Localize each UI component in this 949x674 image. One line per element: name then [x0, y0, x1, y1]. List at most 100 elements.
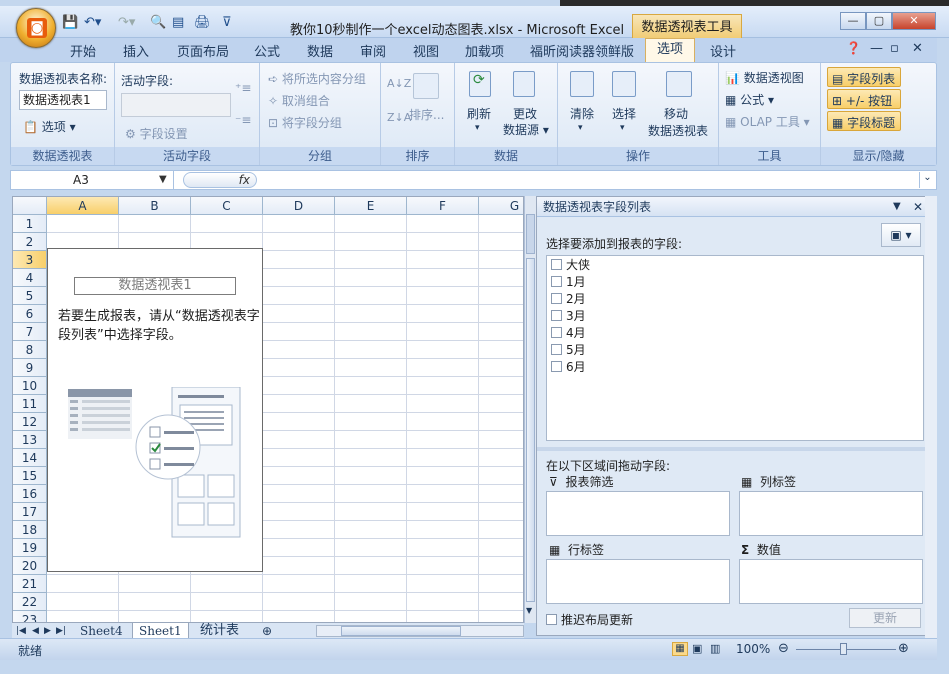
tab-insert[interactable]: 插入: [123, 41, 149, 60]
tab-formulas[interactable]: 公式: [254, 41, 280, 60]
field-checkbox[interactable]: [551, 361, 562, 372]
row-header-22[interactable]: 22: [13, 593, 47, 611]
normal-view-icon[interactable]: ▦: [672, 642, 688, 656]
change-source-button[interactable]: 数据源 ▾: [503, 121, 549, 138]
field-checkbox[interactable]: [551, 293, 562, 304]
refresh-icon[interactable]: ⟳: [469, 71, 491, 97]
field-checkbox[interactable]: [551, 276, 562, 287]
options-button[interactable]: 📋 选项 ▾: [23, 118, 76, 135]
ungroup-button[interactable]: ✧ 取消组合: [268, 92, 330, 109]
row-header-6[interactable]: 6: [13, 305, 47, 323]
tab-addins[interactable]: 加载项: [465, 41, 504, 60]
expand-field-icon[interactable]: ⁺≡: [235, 81, 251, 95]
sheet-tab-sheet4[interactable]: Sheet4: [74, 623, 129, 639]
row-header-15[interactable]: 15: [13, 467, 47, 485]
sheet-nav-first-icon[interactable]: |◀: [14, 623, 28, 639]
insert-sheet-icon[interactable]: ⊕: [256, 623, 278, 639]
active-field-input[interactable]: [121, 93, 231, 117]
row-header-5[interactable]: 5: [13, 287, 47, 305]
field-checkbox[interactable]: [551, 310, 562, 321]
sheet-nav-last-icon[interactable]: ▶|: [54, 623, 68, 639]
qat-customize-icon[interactable]: ⊽: [222, 15, 232, 33]
field-item[interactable]: 6月: [551, 359, 586, 376]
clear-icon[interactable]: [570, 71, 594, 97]
redo-icon[interactable]: ↷▾: [118, 15, 135, 33]
print-preview-icon[interactable]: 🔍: [150, 15, 166, 33]
pivot-name-input[interactable]: 数据透视表1: [19, 90, 107, 110]
row-header-19[interactable]: 19: [13, 539, 47, 557]
row-header-2[interactable]: 2: [13, 233, 47, 251]
change-source-label[interactable]: 更改: [513, 105, 537, 122]
tab-page-layout[interactable]: 页面布局: [177, 41, 229, 60]
select-dropdown-icon[interactable]: ▾: [620, 123, 625, 133]
row-header-11[interactable]: 11: [13, 395, 47, 413]
office-button[interactable]: ◙: [16, 8, 56, 48]
formula-input[interactable]: [261, 171, 921, 189]
name-box-dropdown-icon[interactable]: ▼: [159, 174, 167, 185]
save-icon[interactable]: 💾: [62, 15, 78, 33]
field-checkbox[interactable]: [551, 344, 562, 355]
ribbon-minimize-icon[interactable]: —: [870, 41, 883, 56]
field-item[interactable]: 2月: [551, 291, 586, 308]
tab-view[interactable]: 视图: [413, 41, 439, 60]
move-pivot-button[interactable]: 数据透视表: [648, 122, 708, 139]
field-list-toggle[interactable]: ▤ 字段列表: [827, 67, 901, 87]
row-header-20[interactable]: 20: [13, 557, 47, 575]
row-header-7[interactable]: 7: [13, 323, 47, 341]
help-icon[interactable]: ❓: [846, 41, 861, 55]
field-headers-toggle[interactable]: ▦ 字段标题: [827, 111, 901, 131]
field-checkbox[interactable]: [551, 259, 562, 270]
clear-button[interactable]: 清除: [570, 105, 594, 122]
defer-update-check[interactable]: [546, 614, 557, 625]
tab-home[interactable]: 开始: [70, 41, 96, 60]
undo-icon[interactable]: ↶▾: [84, 15, 101, 33]
field-item[interactable]: 1月: [551, 274, 586, 291]
print-icon[interactable]: 🖨: [194, 15, 211, 33]
refresh-dropdown-icon[interactable]: ▾: [475, 123, 480, 133]
pane-close-icon[interactable]: ✕: [913, 197, 923, 217]
page-break-view-icon[interactable]: ▥: [710, 642, 720, 655]
defer-update-checkbox[interactable]: 推迟布局更新: [546, 611, 633, 628]
buttons-toggle[interactable]: ⊞ +/- 按钮: [827, 89, 901, 109]
column-header-f[interactable]: F: [407, 197, 479, 215]
clear-dropdown-icon[interactable]: ▾: [578, 123, 583, 133]
row-header-13[interactable]: 13: [13, 431, 47, 449]
column-header-d[interactable]: D: [263, 197, 335, 215]
field-item[interactable]: 3月: [551, 308, 586, 325]
tab-design[interactable]: 设计: [710, 41, 736, 60]
row-header-18[interactable]: 18: [13, 521, 47, 539]
horizontal-scroll-thumb[interactable]: [341, 626, 461, 636]
row-header-21[interactable]: 21: [13, 575, 47, 593]
collapse-field-icon[interactable]: ⁻≡: [235, 113, 251, 127]
tab-foxit[interactable]: 福昕阅读器领鲜版: [530, 41, 634, 60]
row-header-14[interactable]: 14: [13, 449, 47, 467]
insert-function-button[interactable]: fx: [183, 172, 257, 188]
row-header-3[interactable]: 3: [13, 251, 47, 269]
field-item[interactable]: 大侠: [551, 257, 590, 274]
row-header-4[interactable]: 4: [13, 269, 47, 287]
move-pivot-icon[interactable]: [666, 71, 692, 97]
split-box[interactable]: [526, 214, 535, 254]
sheet-tab-stats[interactable]: 统计表: [194, 623, 245, 639]
sort-icon[interactable]: [413, 73, 439, 99]
ribbon-close-icon[interactable]: ✕: [912, 41, 923, 56]
minimize-button[interactable]: —: [840, 12, 866, 30]
zoom-level[interactable]: 100%: [736, 642, 770, 656]
field-checkbox[interactable]: [551, 327, 562, 338]
row-header-8[interactable]: 8: [13, 341, 47, 359]
move-pivot-label[interactable]: 移动: [664, 105, 688, 122]
maximize-button[interactable]: ▢: [866, 12, 892, 30]
sort-az-icon[interactable]: A↓Z: [387, 77, 411, 90]
row-header-17[interactable]: 17: [13, 503, 47, 521]
zoom-in-icon[interactable]: ⊕: [898, 641, 909, 656]
row-labels-dropzone[interactable]: [546, 559, 730, 604]
expand-formula-bar-icon[interactable]: ⌄: [919, 172, 935, 188]
sort-button[interactable]: 排序...: [409, 106, 444, 123]
pivotchart-button[interactable]: 📊 数据透视图: [725, 69, 804, 86]
vertical-scroll-thumb[interactable]: [526, 258, 535, 602]
sort-za-icon[interactable]: Z↓A: [387, 111, 411, 124]
layout-picker-button[interactable]: ▣ ▾: [881, 223, 921, 247]
change-source-icon[interactable]: [513, 71, 535, 97]
refresh-button[interactable]: 刷新: [467, 105, 491, 122]
page-layout-view-icon[interactable]: ▣: [692, 642, 702, 655]
